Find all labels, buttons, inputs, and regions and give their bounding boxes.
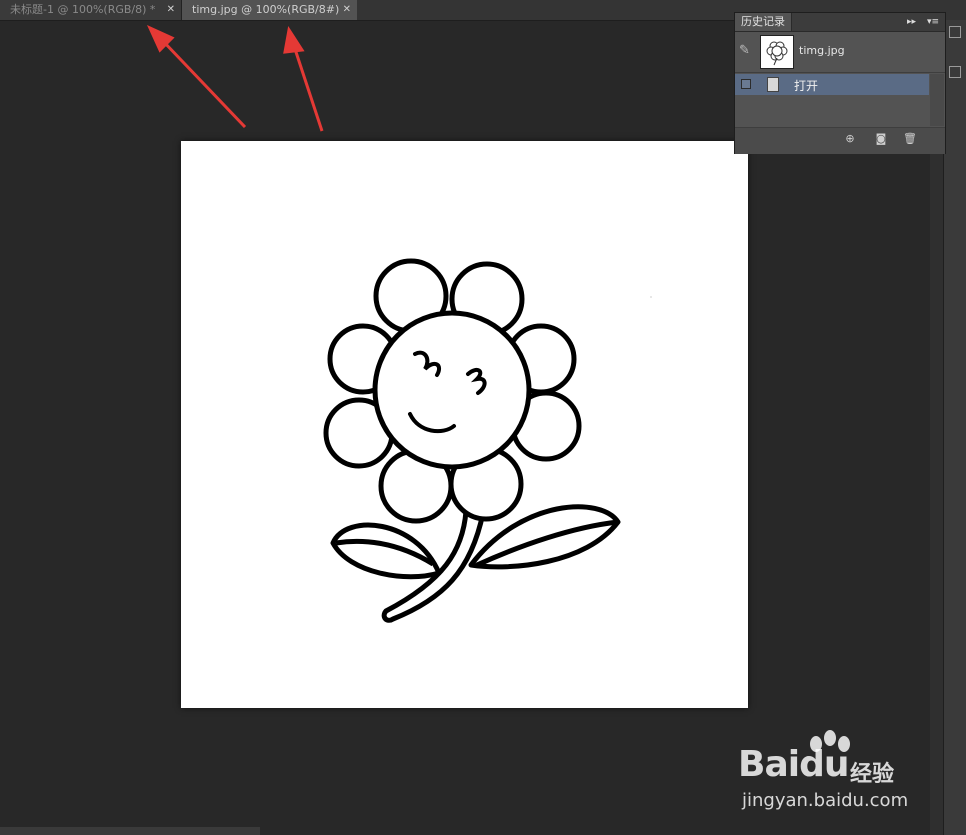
camera-icon[interactable]: ◙ (874, 133, 888, 145)
history-item-open[interactable]: 打开 (735, 74, 929, 95)
baidu-jingyan-watermark: Baidu 经验 jingyan.baidu.com (738, 730, 918, 815)
document-icon (767, 77, 779, 92)
panel-scrollbar[interactable] (930, 74, 944, 126)
history-brush-icon[interactable]: ✎ (739, 43, 750, 58)
history-source-checkbox[interactable] (741, 79, 751, 89)
history-item-label: 打开 (794, 79, 819, 93)
snapshot-thumbnail (760, 35, 794, 69)
tab-history[interactable]: 历史记录 (735, 13, 792, 31)
watermark-url: jingyan.baidu.com (742, 790, 909, 811)
history-panel: 历史记录 ▸▸ ▾≡ ✎ timg.jpg 打开 ⊕ ◙ 🗑 (734, 12, 946, 154)
snapshot-row[interactable]: ✎ timg.jpg (735, 32, 945, 73)
watermark-cn: 经验 (850, 762, 895, 787)
watermark-logo: Baidu (738, 744, 849, 785)
new-document-from-state-icon[interactable]: ⊕ (843, 133, 857, 145)
status-bar (0, 827, 260, 835)
trash-icon[interactable]: 🗑 (903, 133, 917, 145)
panel-footer: ⊕ ◙ 🗑 (735, 127, 945, 154)
snapshot-label: timg.jpg (799, 44, 845, 57)
panel-menu-icon[interactable]: ▾≡ (927, 14, 939, 30)
collapse-icon[interactable]: ▸▸ (907, 14, 916, 30)
panel-tab-strip: 历史记录 ▸▸ ▾≡ (735, 13, 945, 32)
